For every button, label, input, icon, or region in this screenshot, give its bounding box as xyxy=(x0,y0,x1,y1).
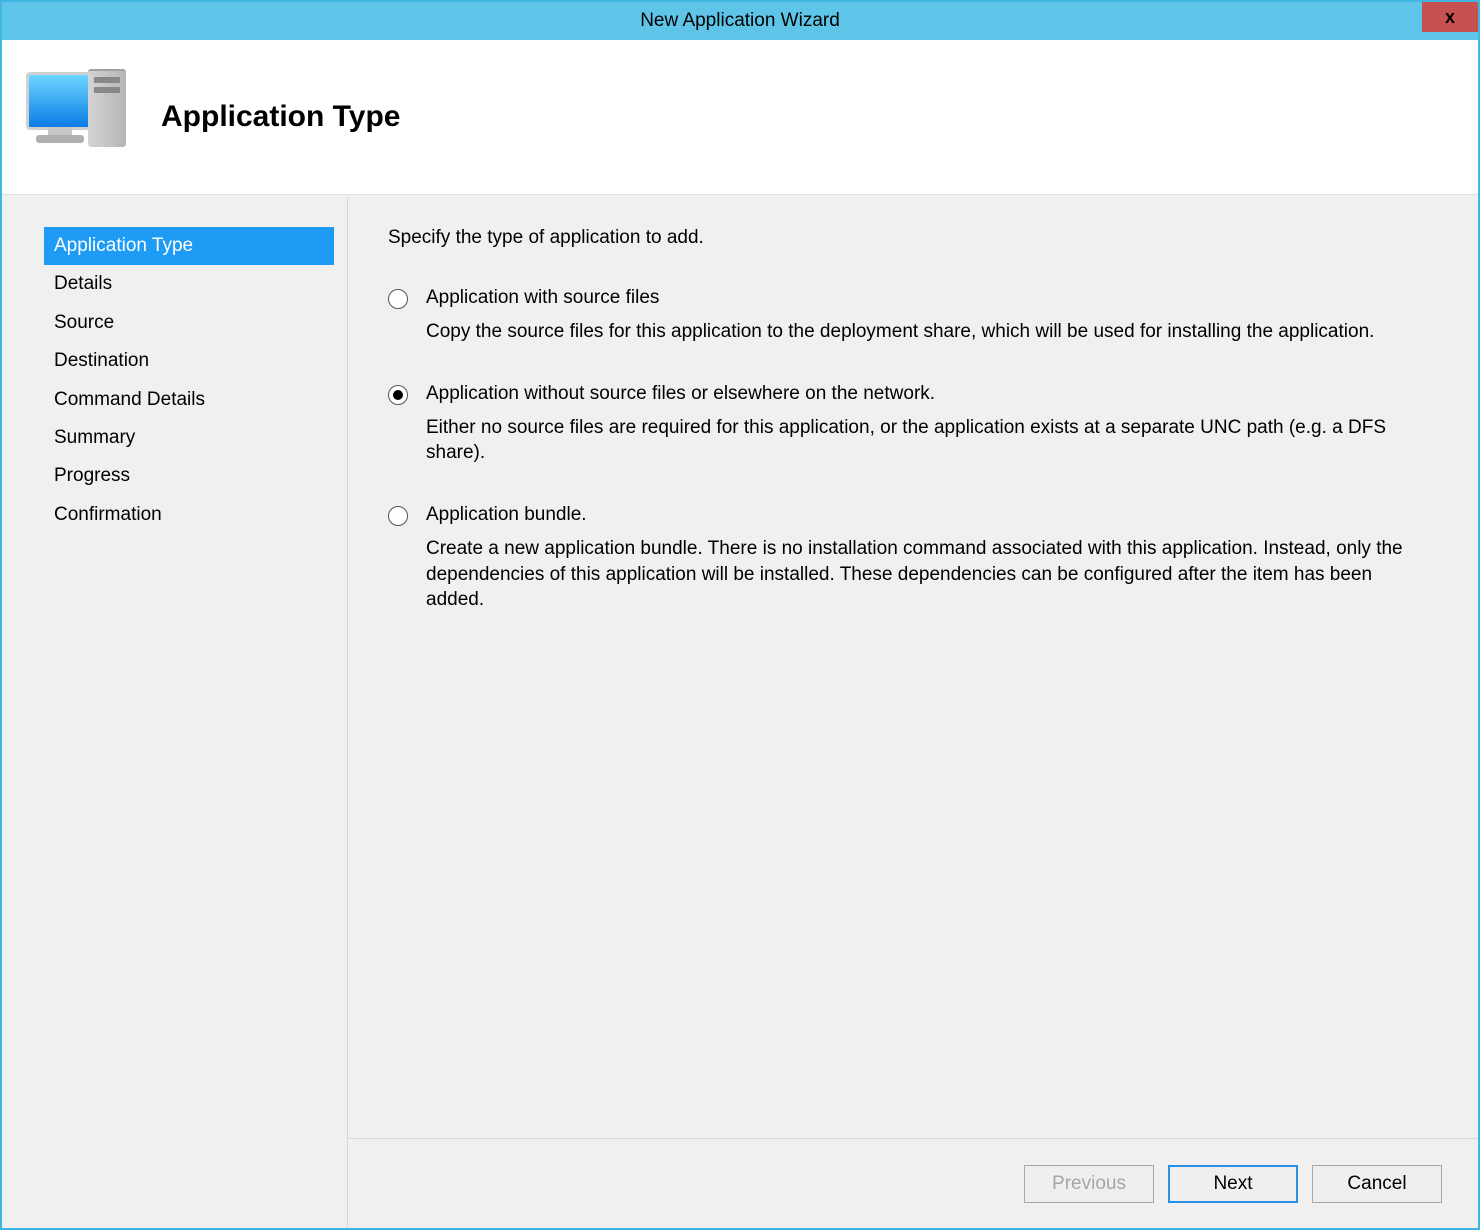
option-with-source-files: Application with source files Copy the s… xyxy=(388,287,1438,345)
radio-application-bundle[interactable] xyxy=(388,506,408,526)
close-button[interactable]: x xyxy=(1422,2,1478,32)
sidebar-item-summary[interactable]: Summary xyxy=(44,419,334,457)
instruction-text: Specify the type of application to add. xyxy=(388,227,1438,249)
radio-without-source-files[interactable] xyxy=(388,385,408,405)
option-without-source-files: Application without source files or else… xyxy=(388,383,1438,466)
sidebar-item-confirmation[interactable]: Confirmation xyxy=(44,496,334,534)
sidebar-item-destination[interactable]: Destination xyxy=(44,342,334,380)
sidebar-item-progress[interactable]: Progress xyxy=(44,457,334,495)
option-title: Application bundle. xyxy=(426,504,1438,526)
sidebar-item-command-details[interactable]: Command Details xyxy=(44,381,334,419)
previous-button: Previous xyxy=(1024,1165,1154,1203)
option-description: Either no source files are required for … xyxy=(426,415,1438,466)
option-body: Application without source files or else… xyxy=(426,383,1438,466)
wizard-window: New Application Wizard x Application Typ… xyxy=(0,0,1480,1230)
option-application-bundle: Application bundle. Create a new applica… xyxy=(388,504,1438,613)
computer-icon xyxy=(26,67,131,167)
titlebar: New Application Wizard x xyxy=(2,2,1478,40)
window-title: New Application Wizard xyxy=(640,10,840,32)
option-description: Create a new application bundle. There i… xyxy=(426,536,1438,613)
wizard-header: Application Type xyxy=(2,40,1478,195)
sidebar-item-details[interactable]: Details xyxy=(44,265,334,303)
close-icon: x xyxy=(1445,7,1455,28)
wizard-footer: Previous Next Cancel xyxy=(348,1138,1478,1228)
page-title: Application Type xyxy=(161,100,400,134)
next-button[interactable]: Next xyxy=(1168,1165,1298,1203)
option-body: Application bundle. Create a new applica… xyxy=(426,504,1438,613)
cancel-button[interactable]: Cancel xyxy=(1312,1165,1442,1203)
sidebar-item-application-type[interactable]: Application Type xyxy=(44,227,334,265)
option-title: Application with source files xyxy=(426,287,1438,309)
option-title: Application without source files or else… xyxy=(426,383,1438,405)
wizard-body: Application Type Details Source Destinat… xyxy=(2,195,1478,1228)
wizard-main: Specify the type of application to add. … xyxy=(348,197,1478,1228)
option-body: Application with source files Copy the s… xyxy=(426,287,1438,345)
radio-with-source-files[interactable] xyxy=(388,289,408,309)
sidebar-item-source[interactable]: Source xyxy=(44,304,334,342)
option-description: Copy the source files for this applicati… xyxy=(426,319,1438,345)
wizard-content: Specify the type of application to add. … xyxy=(348,197,1478,1138)
wizard-steps-sidebar: Application Type Details Source Destinat… xyxy=(18,197,348,1228)
